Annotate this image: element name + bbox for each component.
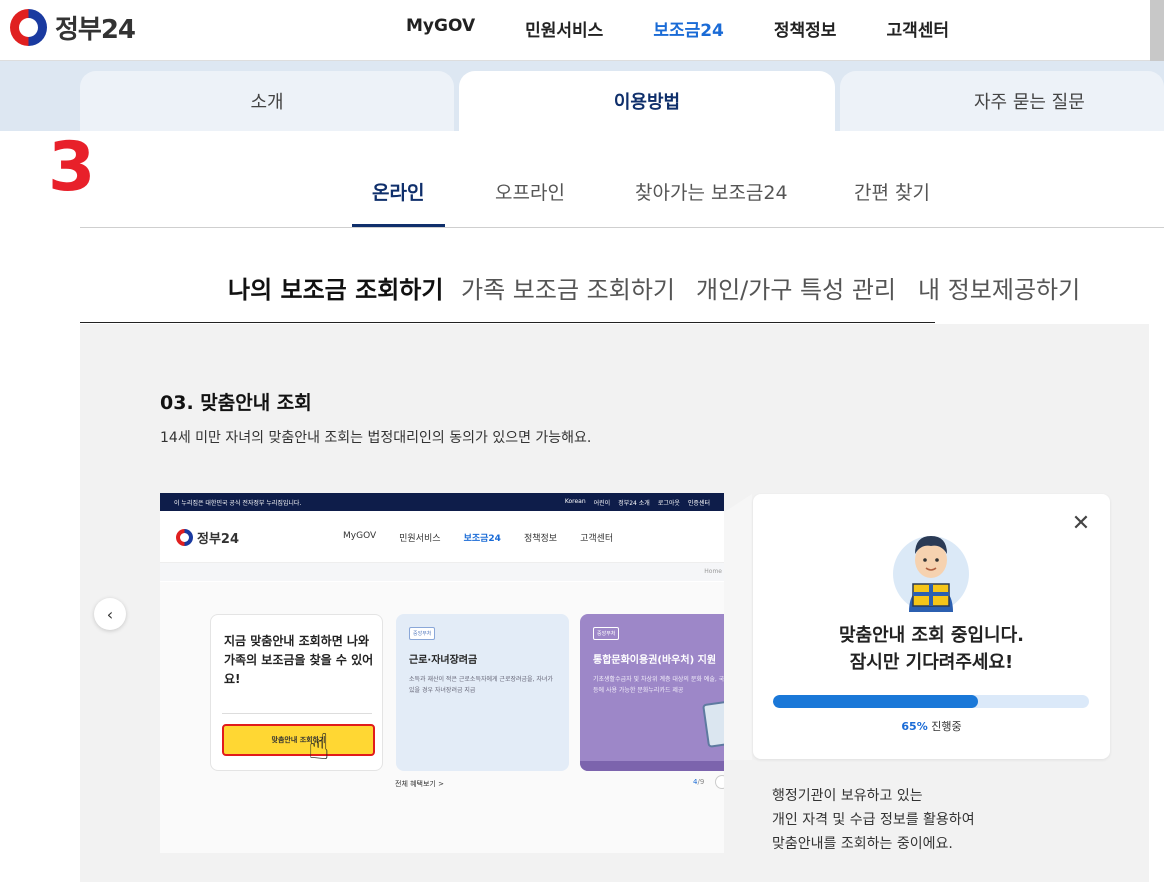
logo-text: 정부24 [55, 15, 136, 45]
lookup-card-heading: 지금 맞춤안내 조회하면 나와 가족의 보조금을 찾을 수 있어요! [224, 634, 374, 686]
subtab-active-indicator [352, 224, 445, 227]
util-about: 정부24 소개 [618, 499, 650, 507]
card-description: 소득과 재산이 적은 근로소득자에게 근로장려금을, 자녀가 있을 경우 자녀장… [409, 676, 553, 694]
subtab-visiting-subsidy24[interactable]: 찾아가는 보조금24 [635, 178, 788, 205]
lookup-card-divider [222, 713, 372, 714]
example-screenshot: 이 누리집은 대한민국 공식 전자정부 누리집입니다. Korean 어린이 정… [160, 493, 724, 853]
screenshot-menu-item: 보조금24 [463, 534, 501, 544]
screenshot-body: 지금 맞춤안내 조회하면 나와 가족의 보조금을 찾을 수 있어요! 맞춤안내 … [160, 582, 724, 853]
phone-illustration-icon [702, 700, 724, 748]
tab-household-characteristics[interactable]: 개인/가구 특성 관리 [696, 270, 896, 305]
screenshot-pager: 4/9 [693, 778, 704, 786]
util-logout: 로그아웃 [657, 499, 680, 507]
screenshot-menu-item: 정책정보 [523, 534, 558, 544]
lookup-button: 맞춤안내 조회하기 [222, 724, 375, 756]
screenshot-nav: 정부24 MyGOV 민원서비스 보조금24 정책정보 고객센터 [160, 511, 724, 563]
site-logo[interactable]: 정부24 [10, 9, 136, 46]
modal-message-line1: 맞춤안내 조회 중입니다. [839, 625, 1024, 646]
content-tabs-divider [80, 322, 935, 323]
screenshot-breadcrumb: Home [160, 563, 724, 581]
section-title: 03. 맞춤안내 조회 [160, 392, 312, 414]
progress-status: 진행중 [927, 720, 962, 733]
card-description: 기초생활수급자 및 차상위 계층 대상의 문화 예술, 국내여행 등에 사용 가… [593, 676, 724, 694]
nav-item-subsidy24[interactable]: 보조금24 [653, 16, 724, 41]
subtab-offline[interactable]: 오프라인 [495, 178, 565, 205]
carousel-prev-button[interactable]: ‹ [94, 598, 126, 630]
note-line: 맞춤안내를 조회하는 중이에요. [772, 836, 953, 852]
progress-bar [773, 695, 1089, 708]
progress-percent: 65% [901, 720, 928, 733]
tab-intro[interactable]: 소개 [80, 71, 454, 131]
tab-family-subsidy-lookup[interactable]: 가족 보조금 조회하기 [461, 270, 675, 305]
person-with-gift-icon [893, 536, 969, 612]
close-icon[interactable]: ✕ [1071, 513, 1091, 535]
screenshot-gov-banner: 이 누리집은 대한민국 공식 전자정부 누리집입니다. Korean 어린이 정… [160, 493, 724, 511]
top-navigation-bar: 정부24 MyGOV 민원서비스 보조금24 정책정보 고객센터 [0, 0, 1150, 61]
screenshot-notice: 이 누리집은 대한민국 공식 전자정부 누리집입니다. [174, 499, 302, 507]
card-footer-bar [580, 761, 724, 771]
screenshot-menu-item: 민원서비스 [399, 534, 441, 544]
global-nav: MyGOV 민원서비스 보조금24 정책정보 고객센터 [406, 16, 999, 41]
modal-message-line2: 잠시만 기다려주세요! [849, 652, 1014, 673]
screenshot-pager-button [715, 775, 724, 789]
screenshot-all-benefits-link: 전체 혜택보기 > [395, 780, 444, 788]
lookup-progress-modal: ✕ 맞춤안내 조회 중입니다. 잠시만 기다려주세요! 65% 진행중 [753, 494, 1110, 759]
pager-total: /9 [697, 778, 705, 786]
tab-my-subsidy-lookup[interactable]: 나의 보조금 조회하기 [228, 270, 443, 305]
screenshot-card-culture-voucher: 중앙부처 통합문화이용권(바우처) 지원 기초생활수급자 및 차상위 계층 대상… [580, 614, 724, 771]
modal-message: 맞춤안내 조회 중입니다. 잠시만 기다려주세요! [753, 622, 1110, 676]
progress-label: 65% 진행중 [753, 718, 1110, 734]
util-kids: 어린이 [593, 499, 611, 507]
subtab-easy-find[interactable]: 간편 찾기 [854, 178, 930, 205]
screenshot-menu-item: 고객센터 [580, 534, 614, 544]
screenshot-util-links: Korean 어린이 정부24 소개 로그아웃 인증센터 [565, 498, 710, 507]
screenshot-menu: MyGOV 민원서비스 보조금24 정책정보 고객센터 [343, 531, 636, 544]
screenshot-logo: 정부24 [176, 528, 239, 547]
screenshot-card-earned-income: 중앙부처 근로·자녀장려금 소득과 재산이 적은 근로소득자에게 근로장려금을,… [396, 614, 569, 771]
tab-provide-my-info[interactable]: 내 정보제공하기 [918, 270, 1080, 305]
nav-item-mygov[interactable]: MyGOV [406, 16, 475, 41]
progress-bar-fill [773, 695, 979, 708]
nav-item-customer-center[interactable]: 고객센터 [886, 16, 949, 41]
tab-how-to-use[interactable]: 이용방법 [459, 71, 835, 131]
taegeuk-logo-icon [10, 9, 47, 46]
explanation-note: 행정기관이 보유하고 있는 개인 자격 및 수급 정보를 활용하여 맞춤안내를 … [772, 784, 975, 856]
subtab-online[interactable]: 온라인 [372, 178, 424, 205]
taegeuk-logo-icon [176, 529, 193, 546]
tab-faq[interactable]: 자주 묻는 질문 [840, 71, 1164, 131]
card-tag: 중앙부처 [593, 627, 620, 640]
card-tag: 중앙부처 [409, 627, 436, 640]
card-title: 통합문화이용권(바우처) 지원 [593, 655, 717, 666]
note-line: 개인 자격 및 수급 정보를 활용하여 [772, 812, 975, 828]
chevron-left-icon: ‹ [106, 604, 114, 624]
section-description: 14세 미만 자녀의 맞춤안내 조회는 법정대리인의 동의가 있으면 가능해요. [160, 430, 592, 446]
util-language: Korean [564, 497, 586, 505]
util-auth-center: 인증센터 [687, 499, 710, 507]
screenshot-logo-text: 정부24 [197, 532, 240, 547]
nav-item-policy-info[interactable]: 정책정보 [774, 16, 837, 41]
note-line: 행정기관이 보유하고 있는 [772, 788, 923, 804]
screenshot-menu-item: MyGOV [343, 531, 377, 541]
card-title: 근로·자녀장려금 [409, 655, 478, 666]
sub-tabs: 온라인 오프라인 찾아가는 보조금24 간편 찾기 [80, 150, 1164, 228]
pointing-hand-icon: ☝ [308, 727, 330, 768]
content-tabs: 나의 보조금 조회하기 가족 보조금 조회하기 개인/가구 특성 관리 내 정보… [80, 228, 1164, 324]
screenshot-lookup-card: 지금 맞춤안내 조회하면 나와 가족의 보조금을 찾을 수 있어요! 맞춤안내 … [210, 614, 383, 771]
nav-item-civil-service[interactable]: 민원서비스 [525, 16, 603, 41]
